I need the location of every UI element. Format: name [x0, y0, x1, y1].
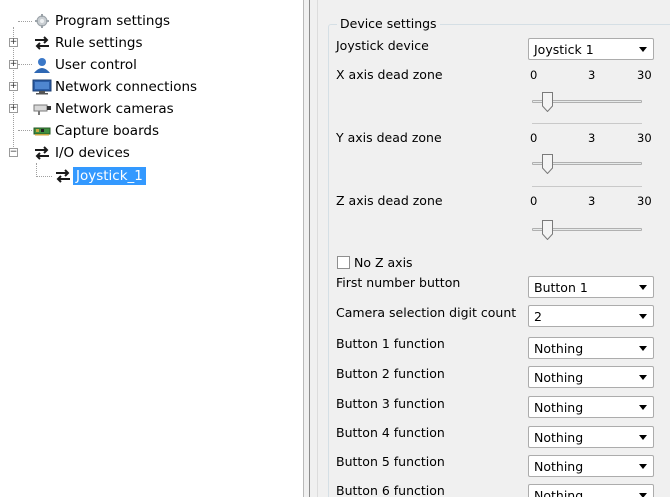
button-3-function-label: Button 3 function [336, 396, 445, 411]
slider-max-label: 30 [637, 194, 652, 208]
tree-connector [36, 163, 37, 177]
chevron-down-icon [639, 285, 647, 290]
tree-item-label: Network connections [55, 79, 198, 95]
slider-min-label: 0 [530, 68, 538, 82]
tree-item-label: I/O devices [55, 145, 130, 161]
select-value: Nothing [534, 458, 584, 474]
tree-item-program-settings[interactable]: Program settings [32, 11, 173, 31]
tree-item-label: Capture boards [55, 123, 159, 139]
z-axis-dead-zone-slider[interactable] [532, 220, 642, 244]
gear-icon [35, 14, 49, 28]
device-tree[interactable]: Program settings + Rule settings + User … [0, 0, 300, 497]
tree-item-network-cameras[interactable]: Network cameras [32, 99, 177, 119]
tree-item-label: Program settings [55, 13, 171, 29]
button-1-function-select[interactable]: Nothing [528, 337, 654, 359]
x-axis-dead-zone-slider[interactable] [532, 92, 642, 116]
tree-connector [18, 21, 32, 22]
chevron-down-icon [639, 435, 647, 440]
x-axis-dead-zone-label: X axis dead zone [336, 67, 443, 82]
button-6-function-label: Button 6 function [336, 483, 445, 497]
collapse-toggle[interactable]: − [9, 148, 18, 157]
slider-min-label: 0 [530, 131, 538, 145]
no-z-axis-checkbox[interactable] [337, 256, 350, 269]
slider-max-label: 30 [637, 131, 652, 145]
select-value: Button 1 [534, 279, 588, 295]
chevron-down-icon [639, 314, 647, 319]
slider-value-label: 3 [588, 194, 596, 208]
slider-max-label: 30 [637, 68, 652, 82]
select-value: Nothing [534, 487, 584, 497]
y-axis-dead-zone-slider[interactable] [532, 154, 642, 178]
arrows-icon [35, 36, 49, 50]
expand-toggle[interactable]: + [9, 38, 18, 47]
button-2-function-label: Button 2 function [336, 366, 445, 381]
camera-digit-count-select[interactable]: 2 [528, 305, 654, 327]
chevron-down-icon [639, 375, 647, 380]
arrows-icon [56, 169, 70, 183]
chevron-down-icon [639, 493, 647, 497]
z-axis-dead-zone-label: Z axis dead zone [336, 193, 443, 208]
chevron-down-icon [639, 405, 647, 410]
slider-value-label: 3 [588, 68, 596, 82]
divider [532, 123, 642, 124]
select-value: 2 [534, 308, 542, 324]
tree-item-network-connections[interactable]: Network connections [32, 77, 200, 97]
camera-icon [33, 104, 51, 115]
button-2-function-select[interactable]: Nothing [528, 366, 654, 388]
tree-item-user-control[interactable]: User control [32, 55, 140, 75]
slider-value-label: 3 [588, 131, 596, 145]
y-axis-dead-zone-label: Y axis dead zone [336, 130, 442, 145]
slider-thumb[interactable] [542, 154, 553, 174]
slider-min-label: 0 [530, 194, 538, 208]
divider [532, 186, 642, 187]
tree-item-capture-boards[interactable]: Capture boards [32, 121, 162, 141]
arrows-icon [35, 146, 49, 160]
expand-toggle[interactable]: + [9, 82, 18, 91]
select-value: Nothing [534, 429, 584, 445]
chevron-down-icon [639, 346, 647, 351]
tree-item-label: Rule settings [55, 35, 143, 51]
tree-item-joystick-1[interactable]: Joystick_1 [53, 166, 146, 186]
button-1-function-label: Button 1 function [336, 336, 445, 351]
expand-toggle[interactable]: + [9, 104, 18, 113]
chevron-down-icon [639, 464, 647, 469]
button-4-function-label: Button 4 function [336, 425, 445, 440]
tree-connector [36, 176, 52, 177]
select-value: Joystick 1 [534, 41, 594, 57]
settings-pane: Device settings Joystick device Joystick… [318, 0, 670, 497]
tree-connector [18, 130, 32, 131]
tree-item-io-devices[interactable]: I/O devices [32, 143, 133, 163]
button-4-function-select[interactable]: Nothing [528, 426, 654, 448]
user-icon [34, 58, 50, 73]
board-icon [33, 127, 51, 136]
group-title: Device settings [337, 16, 440, 31]
tree-connector [18, 64, 32, 65]
button-5-function-select[interactable]: Nothing [528, 455, 654, 477]
button-6-function-select[interactable]: Nothing [528, 484, 654, 497]
tree-item-label: User control [55, 57, 137, 73]
select-value: Nothing [534, 399, 584, 415]
button-5-function-label: Button 5 function [336, 454, 445, 469]
camera-digit-count-label: Camera selection digit count [336, 305, 517, 320]
first-number-button-label: First number button [336, 275, 461, 290]
select-value: Nothing [534, 369, 584, 385]
select-value: Nothing [534, 340, 584, 356]
tree-item-rule-settings[interactable]: Rule settings [32, 33, 146, 53]
joystick-device-select[interactable]: Joystick 1 [528, 38, 654, 60]
expand-toggle[interactable]: + [9, 60, 18, 69]
tree-item-label: Joystick_1 [73, 167, 146, 185]
slider-thumb[interactable] [542, 220, 553, 240]
slider-thumb[interactable] [542, 92, 553, 112]
no-z-axis-label: No Z axis [354, 255, 413, 270]
first-number-button-select[interactable]: Button 1 [528, 276, 654, 298]
tree-item-label: Network cameras [55, 101, 174, 117]
chevron-down-icon [639, 47, 647, 52]
button-3-function-select[interactable]: Nothing [528, 396, 654, 418]
pane-splitter[interactable] [303, 0, 318, 497]
monitor-icon [32, 79, 52, 95]
joystick-device-label: Joystick device [336, 38, 429, 53]
